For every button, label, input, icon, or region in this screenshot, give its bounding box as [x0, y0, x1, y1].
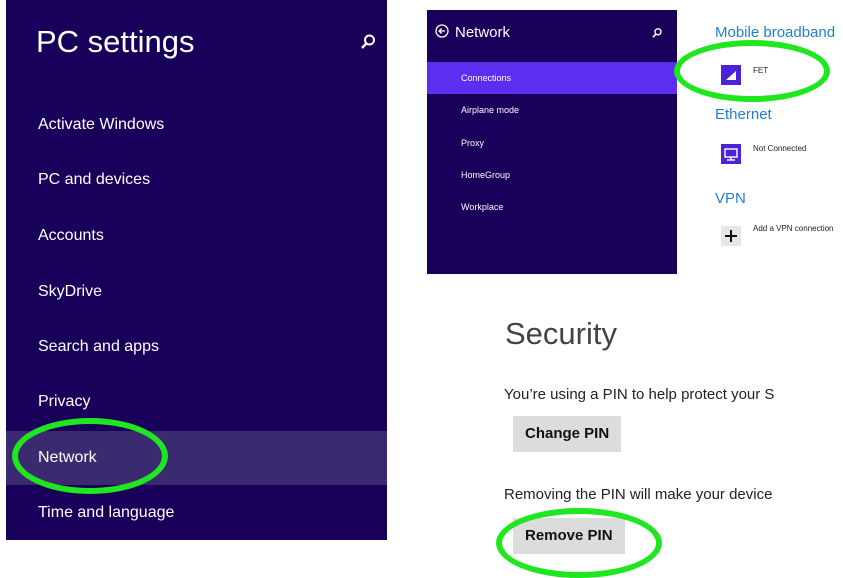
change-pin-button[interactable]: Change PIN [513, 416, 622, 452]
annotation-ellipse-mobile-broadband [674, 40, 830, 102]
remove-pin-description: Removing the PIN will make your device [504, 486, 773, 503]
page-title: PC settings [36, 24, 195, 59]
vpn-header: VPN [715, 190, 746, 207]
mobile-broadband-header: Mobile broadband [715, 24, 836, 41]
side-item-connections[interactable]: Connections [427, 62, 677, 94]
nav-item-accounts[interactable]: Accounts [6, 209, 387, 263]
annotation-ellipse-network [12, 418, 168, 494]
side-item-workplace[interactable]: Workplace [427, 191, 677, 223]
side-item-proxy[interactable]: Proxy [427, 127, 677, 159]
ethernet-icon [724, 148, 738, 161]
nav-item-activate-windows[interactable]: Activate Windows [6, 98, 387, 152]
nav-item-pc-and-devices[interactable]: PC and devices [6, 153, 387, 207]
network-title: Network [455, 24, 511, 41]
search-icon[interactable] [651, 27, 663, 39]
nav-item-skydrive[interactable]: SkyDrive [6, 265, 387, 319]
search-icon[interactable] [359, 33, 377, 51]
add-vpn-button[interactable] [721, 226, 741, 246]
security-heading: Security [505, 316, 617, 351]
back-arrow-icon[interactable] [435, 24, 449, 38]
add-vpn-label[interactable]: Add a VPN connection [753, 224, 834, 233]
side-item-airplane-mode[interactable]: Airplane mode [427, 94, 677, 126]
pin-description: You’re using a PIN to help protect your … [504, 386, 775, 403]
side-item-homegroup[interactable]: HomeGroup [427, 159, 677, 191]
nav-item-time-and-language[interactable]: Time and language [6, 486, 387, 540]
network-sidebar: Network Connections Airplane mode Proxy … [427, 10, 677, 274]
annotation-ellipse-remove-pin [496, 508, 662, 578]
ethernet-status: Not Connected [753, 144, 807, 153]
ethernet-tile[interactable] [721, 144, 741, 164]
plus-icon [725, 230, 737, 242]
ethernet-header: Ethernet [715, 106, 772, 123]
nav-item-search-and-apps[interactable]: Search and apps [6, 320, 387, 374]
